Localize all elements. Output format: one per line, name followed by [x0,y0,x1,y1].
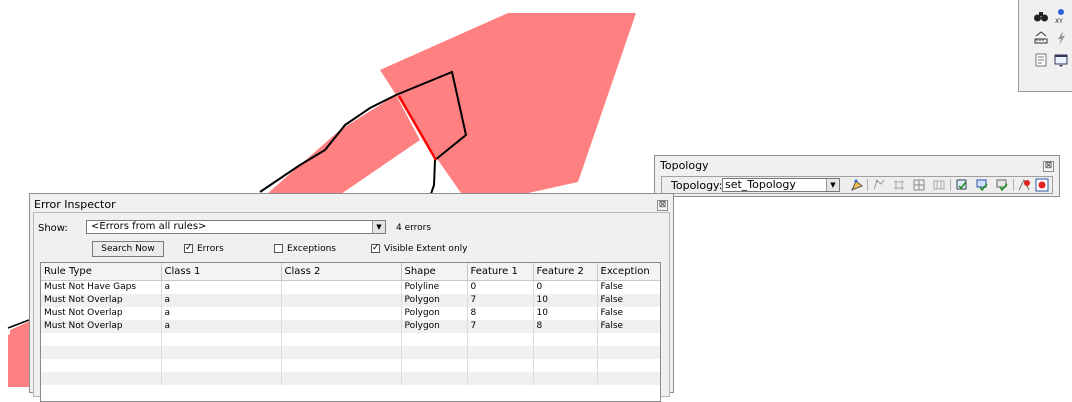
cell-shape: Polygon [401,320,468,333]
column-header-feature-2[interactable]: Feature 2 [533,263,598,281]
cell-feature-1: 8 [467,307,534,320]
search-now-button[interactable]: Search Now [92,241,164,257]
close-icon[interactable]: ⊠ [657,200,668,211]
build-topology-cache-icon[interactable] [912,178,926,192]
table-header-row: Rule Type Class 1 Class 2 Shape Feature … [41,263,660,281]
close-icon[interactable]: ⊠ [1043,161,1054,172]
cell-class-2 [281,280,402,294]
map-topology-icon[interactable] [850,178,864,192]
cell-feature-2: 10 [533,294,598,307]
measure-icon[interactable] [1033,30,1049,46]
cell-rule-type: Must Not Overlap [41,320,162,333]
topology-toolbar: Topology: set_Topology ▼ [661,176,1053,194]
toolbar-separator [950,179,951,191]
cell-feature-2: 8 [533,320,598,333]
go-to-xy-icon[interactable]: XY [1053,8,1069,24]
polygon-feature-large[interactable] [380,13,636,206]
svg-text:XY: XY [1055,18,1063,24]
table-row[interactable]: Must Not Have Gaps a Polyline 0 0 False [41,280,660,294]
exceptions-checkbox-label: Exceptions [287,244,336,254]
cell-class-2 [281,307,402,320]
cell-exception: False [597,320,660,333]
topology-select-value: set_Topology [725,178,796,191]
topology-edit-icon[interactable] [872,178,886,192]
cell-class-1: a [161,294,282,307]
cell-class-1: a [161,307,282,320]
table-row[interactable]: Must Not Overlap a Polygon 7 8 False [41,320,660,333]
cell-class-1: a [161,280,282,294]
lightning-icon[interactable] [1053,30,1069,46]
error-inspector-icon[interactable] [1035,178,1049,192]
tools-toolbar: XY [1018,0,1072,92]
html-popup-icon[interactable] [1053,52,1069,68]
cell-shape: Polyline [401,280,468,294]
fix-topology-error-icon[interactable] [1017,178,1031,192]
table-row[interactable]: Must Not Overlap a Polygon 8 10 False [41,307,660,320]
show-rules-value: <Errors from all rules> [91,221,207,232]
toolbar-separator [1013,179,1014,191]
show-shared-features-icon[interactable] [892,178,906,192]
topology-select[interactable]: set_Topology ▼ [722,178,840,192]
cell-feature-1: 7 [467,320,534,333]
validate-entire-topology-icon[interactable] [995,178,1009,192]
column-header-feature-1[interactable]: Feature 1 [467,263,534,281]
cell-class-1: a [161,320,282,333]
cell-feature-2: 0 [533,280,598,294]
cell-shape: Polygon [401,294,468,307]
show-label: Show: [38,223,68,234]
find-binoculars-icon[interactable] [1033,8,1049,24]
visible-extent-checkbox-label: Visible Extent only [384,244,468,254]
identify-icon[interactable] [1033,52,1049,68]
validate-extent-icon[interactable] [955,178,969,192]
cell-exception: False [597,307,660,320]
empty-row [41,333,660,346]
polygon-feature-left-edge[interactable] [8,325,29,387]
cell-exception: False [597,294,660,307]
topology-toolbar-window: Topology ⊠ Topology: set_Topology ▼ [654,155,1060,197]
show-rules-select[interactable]: <Errors from all rules> ▼ [86,220,386,234]
cell-shape: Polygon [401,307,468,320]
topology-toolbar-title: Topology [660,159,709,172]
error-count: 4 errors [396,223,432,233]
column-header-rule-type[interactable]: Rule Type [41,263,162,281]
table-row[interactable]: Must Not Overlap a Polygon 7 10 False [41,294,660,307]
cell-class-2 [281,294,402,307]
errors-checkbox-label: Errors [197,244,224,254]
errors-checkbox[interactable]: ✓ [184,244,193,253]
cell-feature-1: 7 [467,294,534,307]
column-header-exception[interactable]: Exception [597,263,660,281]
toolbar-separator [867,179,868,191]
cell-class-2 [281,320,402,333]
column-header-shape[interactable]: Shape [401,263,468,281]
error-inspector-window: Error Inspector ⊠ Show: <Errors from all… [29,193,674,402]
column-header-class-1[interactable]: Class 1 [161,263,282,281]
errors-table: Rule Type Class 1 Class 2 Shape Feature … [40,262,661,402]
chevron-down-icon[interactable]: ▼ [826,179,839,191]
error-inspector-title: Error Inspector [34,198,116,211]
visible-extent-checkbox[interactable]: ✓ [371,244,380,253]
column-header-class-2[interactable]: Class 2 [281,263,402,281]
topology-grid-icon[interactable] [932,178,946,192]
empty-row [41,372,660,385]
cell-feature-2: 10 [533,307,598,320]
empty-row [41,359,660,372]
chevron-down-icon[interactable]: ▼ [372,221,385,233]
validate-selection-icon[interactable] [975,178,989,192]
error-inspector-panel: Show: <Errors from all rules> ▼ 4 errors… [33,212,670,402]
topology-label: Topology: [671,179,723,192]
empty-row [41,346,660,359]
cell-rule-type: Must Not Overlap [41,307,162,320]
cell-feature-1: 0 [467,280,534,294]
cell-exception: False [597,280,660,294]
cell-rule-type: Must Not Overlap [41,294,162,307]
exceptions-checkbox[interactable] [274,244,283,253]
cell-rule-type: Must Not Have Gaps [41,280,162,294]
